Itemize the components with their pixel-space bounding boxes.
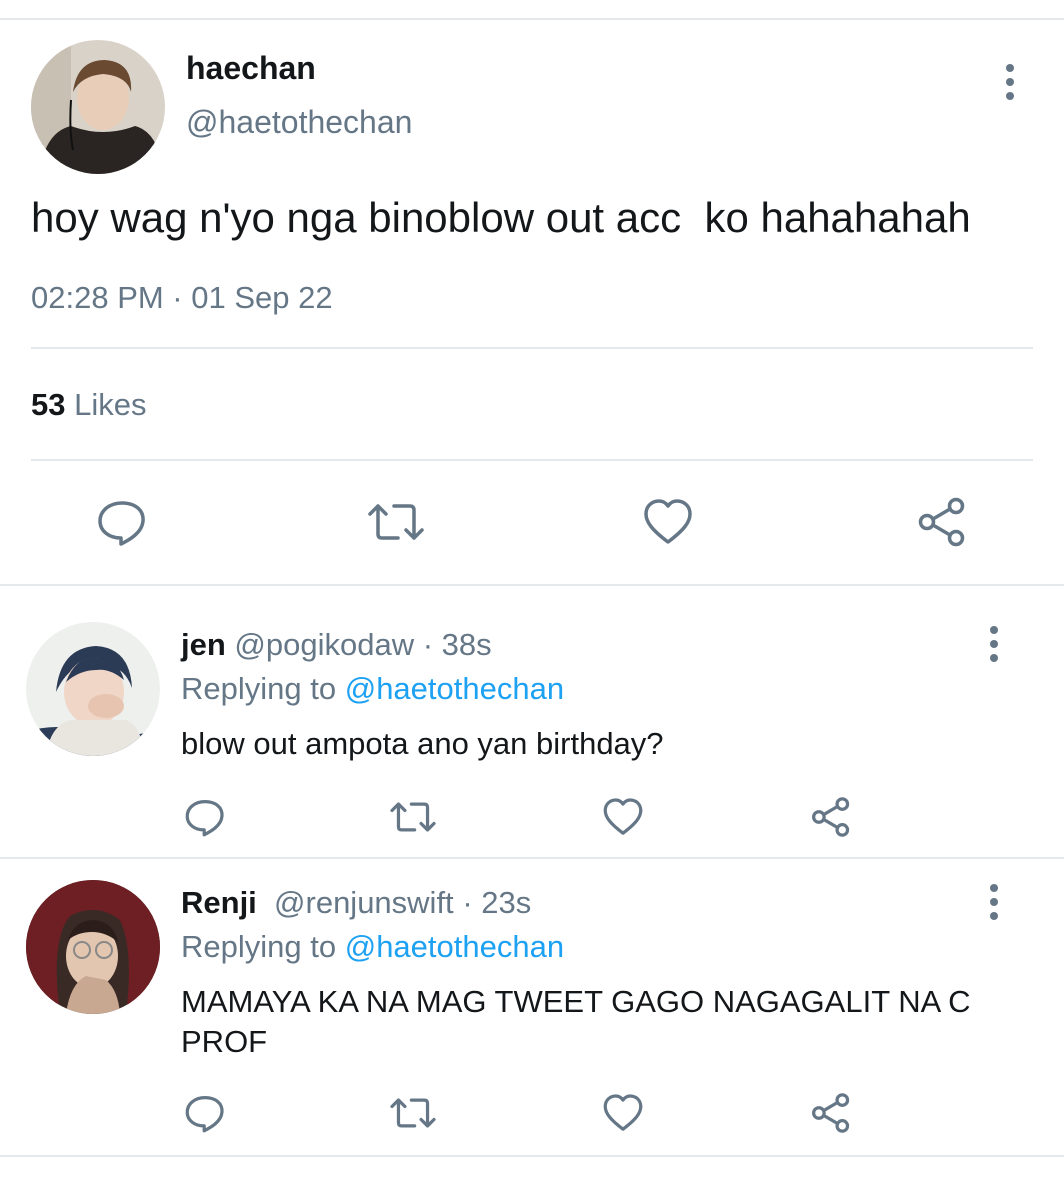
reply-display-name[interactable]: Renji [181, 885, 257, 920]
heart-icon [603, 798, 643, 835]
speech-bubble-icon [98, 501, 145, 546]
reply-display-name[interactable]: jen [181, 627, 226, 662]
retweet-icon [390, 1098, 436, 1128]
reply-more-button[interactable] [982, 880, 1006, 924]
tweet-thread-page: haechan @haetothechan hoy wag n'yo nga b… [0, 0, 1064, 1200]
share-icon [812, 1093, 850, 1133]
section-divider [0, 857, 1064, 859]
section-divider [0, 584, 1064, 586]
reply-text: blow out ampota ano yan birthday? [181, 726, 664, 761]
retweet-button[interactable] [388, 1092, 438, 1134]
main-tweet-more-button[interactable] [998, 60, 1022, 104]
reply-avatar[interactable] [26, 622, 160, 756]
reply-more-button[interactable] [982, 622, 1006, 666]
reply-text: MAMAYA KA NA MAG TWEET GAGO NAGAGALIT NA… [181, 984, 971, 1059]
main-tweet-display-name[interactable]: haechan [186, 50, 316, 87]
like-button[interactable] [642, 496, 694, 548]
vertical-dots-icon [990, 626, 998, 634]
like-button[interactable] [602, 1092, 644, 1134]
vertical-dots-icon [990, 884, 998, 892]
vertical-dots-icon [1006, 64, 1014, 72]
main-tweet-avatar[interactable] [31, 40, 165, 174]
replying-to-line: Replying to @haetothechan [181, 929, 564, 965]
heart-icon [644, 499, 692, 544]
retweet-button[interactable] [388, 796, 438, 838]
reply-handle[interactable]: @pogikodaw [234, 627, 414, 662]
main-tweet-text: hoy wag n'yo nga binoblow out acc ko hah… [31, 194, 971, 241]
retweet-icon [390, 802, 436, 832]
reply-button[interactable] [184, 796, 226, 838]
main-tweet-timestamp: 02:28 PM · 01 Sep 22 [31, 280, 333, 315]
likes-count: 53 [31, 387, 66, 422]
reply-avatar[interactable] [26, 880, 160, 1014]
share-button[interactable] [916, 496, 968, 548]
speech-bubble-icon [185, 1096, 224, 1133]
divider [31, 347, 1033, 349]
replying-to-mention[interactable]: @haetothechan [345, 929, 564, 964]
section-divider [0, 1155, 1064, 1157]
reply-time: · 23s [462, 885, 532, 920]
share-icon [812, 797, 850, 837]
replying-to-line: Replying to @haetothechan [181, 671, 564, 707]
share-icon [918, 497, 965, 547]
speech-bubble-icon [185, 800, 224, 837]
likes-label: Likes [74, 387, 147, 422]
retweet-button[interactable] [366, 496, 426, 548]
retweet-icon [368, 504, 424, 540]
divider [31, 459, 1033, 461]
reply-button[interactable] [184, 1092, 226, 1134]
like-button[interactable] [602, 796, 644, 838]
reply-handle[interactable]: @renjunswift [274, 885, 454, 920]
share-button[interactable] [810, 796, 852, 838]
top-divider [0, 18, 1064, 20]
reply-header: jen @pogikodaw · 38s [181, 627, 492, 663]
share-button[interactable] [810, 1092, 852, 1134]
reply-button[interactable] [96, 496, 148, 548]
reply-time: · 38s [422, 627, 492, 662]
replying-to-prefix: Replying to [181, 929, 337, 964]
reply-header: Renji @renjunswift · 23s [181, 885, 531, 921]
replying-to-mention[interactable]: @haetothechan [345, 671, 564, 706]
main-tweet-handle[interactable]: @haetothechan [186, 104, 412, 141]
likes-summary[interactable]: 53 Likes [31, 387, 146, 423]
replying-to-prefix: Replying to [181, 671, 337, 706]
heart-icon [603, 1094, 643, 1131]
